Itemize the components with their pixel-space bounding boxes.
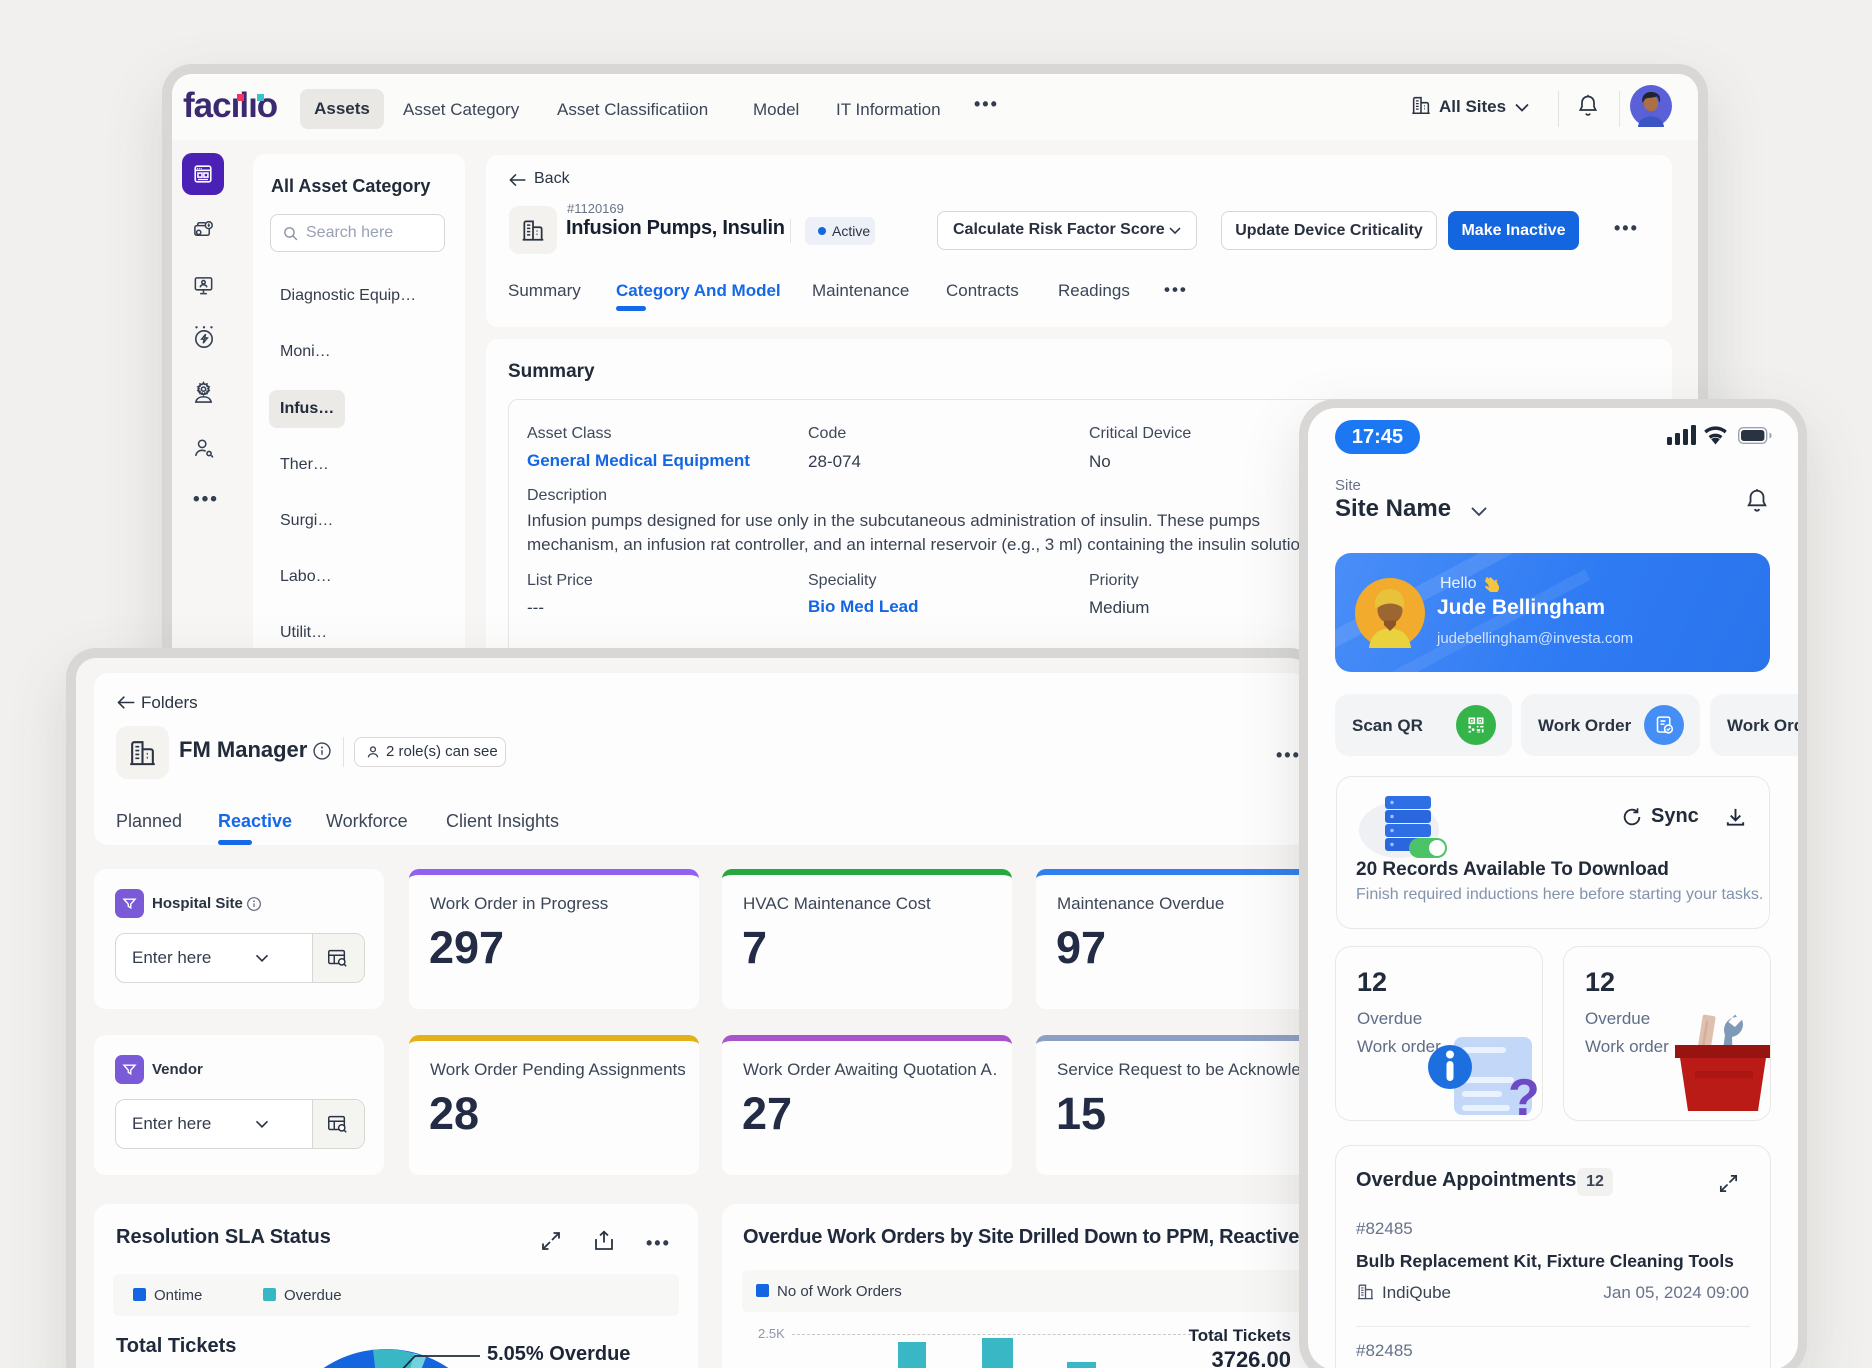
svg-text:?: ?	[1508, 1069, 1540, 1121]
